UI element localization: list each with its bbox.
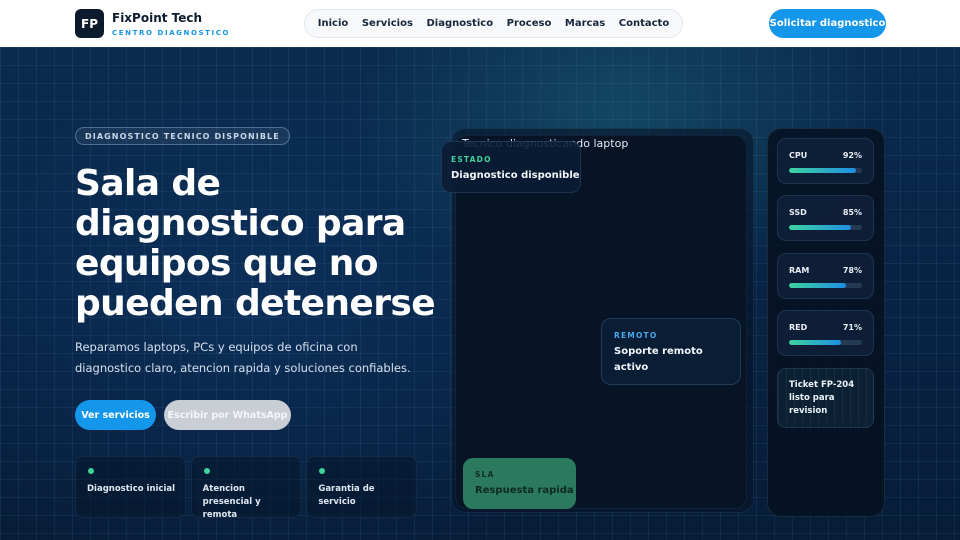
status-dot-icon [88, 468, 94, 474]
whatsapp-button[interactable]: Escribir por WhatsApp [164, 400, 291, 430]
status-dot-icon [319, 468, 326, 474]
metric-card-ram: RAM 78% [777, 253, 874, 299]
nav-item-contacto[interactable]: Contacto [619, 18, 669, 29]
metric-name: CPU [789, 151, 808, 160]
status-card: ESTADO Diagnostico disponible [441, 141, 581, 193]
main-nav: Inicio Servicios Diagnostico Proceso Mar… [304, 9, 683, 38]
ticket-text: Ticket FP-204 listo para revision [789, 380, 855, 416]
feature-list: Diagnostico inicial Atencion presencial … [75, 456, 418, 520]
metric-progress-track [789, 340, 862, 345]
metric-card-ssd: SSD 85% [777, 195, 874, 241]
remote-card-value: Soporte remoto activo [614, 346, 703, 373]
remote-card-label: REMOTO [614, 331, 658, 340]
metric-value: 71% [842, 323, 862, 332]
nav-item-proceso[interactable]: Proceso [507, 18, 552, 29]
feature-label: Garantia de servicio [318, 484, 375, 507]
metric-progress-fill [789, 283, 846, 288]
nav-item-servicios[interactable]: Servicios [362, 18, 413, 29]
metric-progress-track [789, 283, 862, 288]
brand-name[interactable]: FixPoint Tech [112, 11, 202, 25]
status-card-label: ESTADO [451, 155, 492, 164]
nav-item-diagnostico[interactable]: Diagnostico [426, 18, 493, 29]
view-services-button[interactable]: Ver servicios [75, 400, 156, 430]
brand-tagline: CENTRO DIAGNOSTICO [112, 29, 231, 37]
feature-label: Diagnostico inicial [87, 484, 176, 494]
request-diagnosis-button[interactable]: Solicitar diagnostico [769, 9, 886, 38]
metric-name: SSD [789, 208, 807, 217]
metric-value: 78% [842, 266, 862, 275]
sla-card-label: SLA [475, 470, 495, 479]
hero-description: Reparamos laptops, PCs y equipos de ofic… [75, 340, 411, 375]
site-header: FP FixPoint Tech CENTRO DIAGNOSTICO Inic… [0, 0, 960, 47]
nav-item-inicio[interactable]: Inicio [318, 18, 349, 29]
logo[interactable]: FP [75, 9, 104, 38]
sla-card: SLA Respuesta rapida [463, 458, 576, 509]
metric-progress-track [789, 168, 862, 173]
sla-card-value: Respuesta rapida [475, 485, 574, 496]
nav-item-marcas[interactable]: Marcas [565, 18, 605, 29]
hero-title: Sala de diagnostico para equipos que no … [75, 163, 436, 324]
availability-badge: DIAGNOSTICO TECNICO DISPONIBLE [75, 127, 290, 145]
metric-progress-fill [789, 225, 852, 230]
feature-label: Atencion presencial y remota [202, 484, 261, 520]
metric-progress-fill [789, 340, 841, 345]
metric-card-red: RED 71% [777, 310, 874, 356]
metric-value: 92% [842, 151, 862, 160]
ticket-card: Ticket FP-204 listo para revision [777, 368, 874, 428]
feature-item: Atencion presencial y remota [190, 456, 302, 520]
status-dot-icon [203, 468, 210, 474]
metric-value: 85% [842, 208, 862, 217]
status-card-value: Diagnostico disponible [451, 170, 580, 181]
metric-progress-fill [789, 168, 857, 173]
metric-name: RED [789, 323, 808, 332]
metric-card-cpu: CPU 92% [777, 138, 874, 184]
metric-progress-track [789, 225, 862, 230]
feature-item: Garantia de servicio [306, 456, 418, 518]
metric-name: RAM [789, 266, 810, 275]
remote-card: REMOTO Soporte remoto activo [601, 318, 741, 385]
feature-item: Diagnostico inicial [75, 456, 186, 518]
